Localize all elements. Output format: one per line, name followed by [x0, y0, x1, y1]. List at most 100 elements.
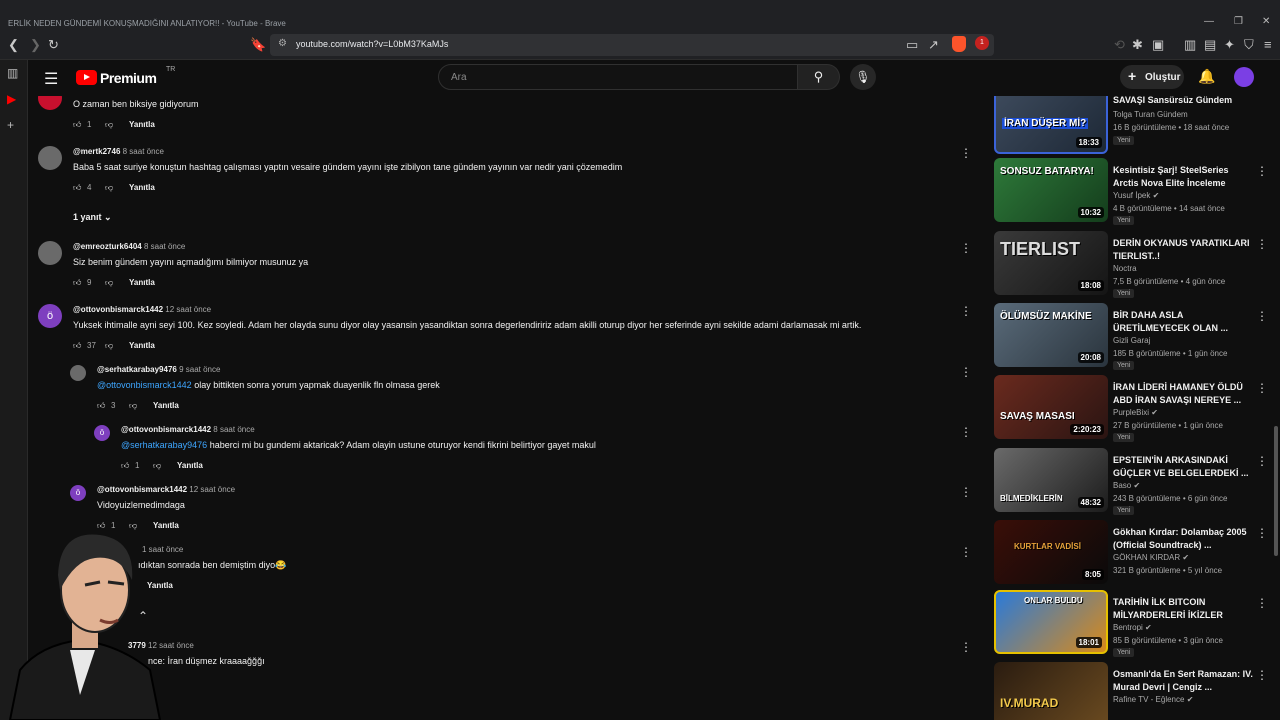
channel-name[interactable]: GÖKHAN KIRDAR: [1113, 553, 1180, 562]
search-input[interactable]: Ara: [438, 64, 798, 90]
extensions-icon[interactable]: ✱: [1132, 37, 1143, 53]
channel-name[interactable]: Yusuf İpek: [1113, 191, 1150, 200]
dislike-icon[interactable]: 👎︎: [105, 183, 129, 193]
comment-time[interactable]: 12 saat önce: [165, 305, 211, 314]
menu-icon[interactable]: ≡: [1264, 37, 1272, 53]
forward-icon[interactable]: ❯: [30, 37, 41, 53]
more-options-icon[interactable]: ⋮: [960, 365, 972, 379]
channel-name[interactable]: Tolga Turan Gündem: [1113, 110, 1188, 119]
like-icon[interactable]: 👍︎: [97, 401, 111, 411]
channel-name[interactable]: PurpleBixi: [1113, 408, 1149, 417]
more-options-icon[interactable]: ⋮: [960, 304, 972, 318]
minimize-icon[interactable]: —: [1204, 16, 1214, 27]
video-title[interactable]: Osmanlı'da En Sert Ramazan: IV. Murad De…: [1113, 668, 1253, 694]
reply-button[interactable]: Yanıtla: [177, 461, 203, 470]
video-card[interactable]: BİLMEDİKLERİN 48:32 EPSTEIN'İN ARKASINDA…: [994, 448, 1280, 518]
video-card[interactable]: ÖLÜMSÜZ MAKİNE 20:08 BİR DAHA ASLA ÜRETİ…: [994, 303, 1280, 373]
reply-button[interactable]: Yanıtla: [129, 341, 155, 350]
video-thumbnail[interactable]: KURTLAR VADİSİ 8:05: [994, 520, 1108, 584]
avatar[interactable]: ö: [70, 485, 86, 501]
sidebar-toggle-icon[interactable]: ▥: [1184, 37, 1196, 53]
avatar[interactable]: [38, 241, 62, 265]
more-options-icon[interactable]: ⋮: [1256, 668, 1268, 682]
bookmark-icon[interactable]: 🔖: [250, 37, 266, 53]
account-avatar[interactable]: [1234, 67, 1254, 87]
avatar[interactable]: ö: [94, 425, 110, 441]
dislike-icon[interactable]: 👎︎: [153, 461, 177, 471]
comment-time[interactable]: 8 saat önce: [213, 425, 254, 434]
channel-name[interactable]: Noctra: [1113, 264, 1137, 273]
more-options-icon[interactable]: ⋮: [1256, 164, 1268, 178]
channel-name[interactable]: Bentropi: [1113, 623, 1143, 632]
comment-time[interactable]: 8 saat önce: [144, 242, 185, 251]
more-options-icon[interactable]: ⋮: [960, 241, 972, 255]
avatar[interactable]: ö: [38, 304, 62, 328]
video-thumbnail[interactable]: BİLMEDİKLERİN 48:32: [994, 448, 1108, 512]
comment-author[interactable]: @ottovonbismarck1442: [121, 425, 211, 434]
video-title[interactable]: İRAN LİDERİ HAMANEY ÖLDÜ ABD İRAN SAVAŞI…: [1113, 381, 1253, 407]
more-options-icon[interactable]: ⋮: [1256, 454, 1268, 468]
more-options-icon[interactable]: ⋮: [1256, 237, 1268, 251]
channel-name[interactable]: Rafine TV - Eğlence: [1113, 695, 1184, 704]
more-options-icon[interactable]: ⋮: [960, 485, 972, 499]
video-thumbnail[interactable]: TIERLIST 18:08: [994, 231, 1108, 295]
dislike-icon[interactable]: 👎︎: [105, 120, 129, 130]
video-thumbnail[interactable]: SAVAŞ MASASI 2:20:23: [994, 375, 1108, 439]
leo-icon[interactable]: ✦: [1224, 37, 1235, 53]
like-icon[interactable]: 👍︎: [73, 341, 87, 351]
like-icon[interactable]: 👍︎: [73, 183, 87, 193]
comment-time[interactable]: 12 saat önce: [189, 485, 235, 494]
video-card[interactable]: IV.MURAD Osmanlı'da En Sert Ramazan: IV.…: [994, 662, 1280, 720]
comment-time[interactable]: 9 saat önce: [179, 365, 220, 374]
more-options-icon[interactable]: ⋮: [1256, 381, 1268, 395]
replies-toggle[interactable]: 1 yanıt ⌄: [73, 212, 112, 223]
address-bar[interactable]: ⚙ youtube.com/watch?v=L0bM37KaMJs ▭ ↗: [270, 34, 994, 56]
scrollbar-thumb[interactable]: [1274, 426, 1278, 556]
wallet-icon[interactable]: ▤: [1204, 37, 1216, 53]
brave-shields-icon[interactable]: [952, 36, 966, 52]
like-icon[interactable]: 👍︎: [73, 120, 87, 130]
video-title[interactable]: TARİHİN İLK BITCOIN MİLYARDERLERİ İKİZLE…: [1113, 596, 1253, 622]
comment-author[interactable]: @emreozturk6404: [73, 242, 142, 251]
channel-name[interactable]: Baso: [1113, 481, 1131, 490]
share-icon[interactable]: ↗: [928, 37, 939, 53]
more-options-icon[interactable]: ⋮: [960, 425, 972, 439]
brave-rewards-badge[interactable]: 1: [975, 36, 989, 50]
video-thumbnail[interactable]: ONLAR BULDU 18:01: [994, 590, 1108, 654]
video-title[interactable]: DERİN OKYANUS YARATIKLARI TIERLIST..!: [1113, 237, 1253, 263]
vpn-icon[interactable]: ⛉: [1244, 37, 1254, 53]
comment-author[interactable]: @ottovonbismarck1442: [97, 485, 187, 494]
youtube-tab-icon[interactable]: ▶: [7, 92, 16, 106]
cast-icon[interactable]: ▭: [906, 37, 918, 53]
mention-link[interactable]: @serhatkarabay9476: [121, 440, 207, 450]
screenshot-icon[interactable]: ▣: [1152, 37, 1164, 53]
more-options-icon[interactable]: ⋮: [960, 545, 972, 559]
maximize-icon[interactable]: ❐: [1234, 16, 1243, 27]
notifications-icon[interactable]: 🔔: [1198, 68, 1215, 85]
video-title[interactable]: EPSTEIN'İN ARKASINDAKİ GÜÇLER VE BELGELE…: [1113, 454, 1253, 480]
video-card[interactable]: İRAN DÜŞER Mİ? 18:33 SAVAŞI Sansürsüz Gü…: [994, 96, 1280, 160]
comment-author[interactable]: @ottovonbismarck1442: [73, 305, 163, 314]
back-icon[interactable]: ❮: [8, 37, 19, 53]
video-thumbnail[interactable]: SONSUZ BATARYA! 10:32: [994, 158, 1108, 222]
video-title[interactable]: Kesintisiz Şarj! SteelSeries Arctis Nova…: [1113, 164, 1253, 190]
video-card[interactable]: KURTLAR VADİSİ 8:05 Gökhan Kırdar: Dolam…: [994, 520, 1280, 590]
dislike-icon[interactable]: 👎︎: [105, 278, 129, 288]
page-scrollbar[interactable]: [1274, 96, 1278, 556]
ai-icon[interactable]: ⟲: [1114, 37, 1125, 53]
video-thumbnail[interactable]: IV.MURAD: [994, 662, 1108, 720]
dislike-icon[interactable]: 👎︎: [129, 401, 153, 411]
channel-name[interactable]: Gizli Garaj: [1113, 336, 1150, 345]
avatar[interactable]: [38, 146, 62, 170]
comment-time[interactable]: 8 saat önce: [123, 147, 164, 156]
more-options-icon[interactable]: ⋮: [1256, 309, 1268, 323]
avatar[interactable]: [70, 365, 86, 381]
video-card[interactable]: ONLAR BULDU 18:01 TARİHİN İLK BITCOIN Mİ…: [994, 590, 1280, 660]
comment-author[interactable]: @mertk2746: [73, 147, 120, 156]
reply-button[interactable]: Yanıtla: [153, 401, 179, 410]
video-card[interactable]: TIERLIST 18:08 DERİN OKYANUS YARATIKLARI…: [994, 231, 1280, 301]
create-button[interactable]: + Oluştur: [1120, 65, 1184, 89]
close-icon[interactable]: ✕: [1262, 16, 1270, 27]
video-thumbnail[interactable]: ÖLÜMSÜZ MAKİNE 20:08: [994, 303, 1108, 367]
more-options-icon[interactable]: ⋮: [1256, 526, 1268, 540]
